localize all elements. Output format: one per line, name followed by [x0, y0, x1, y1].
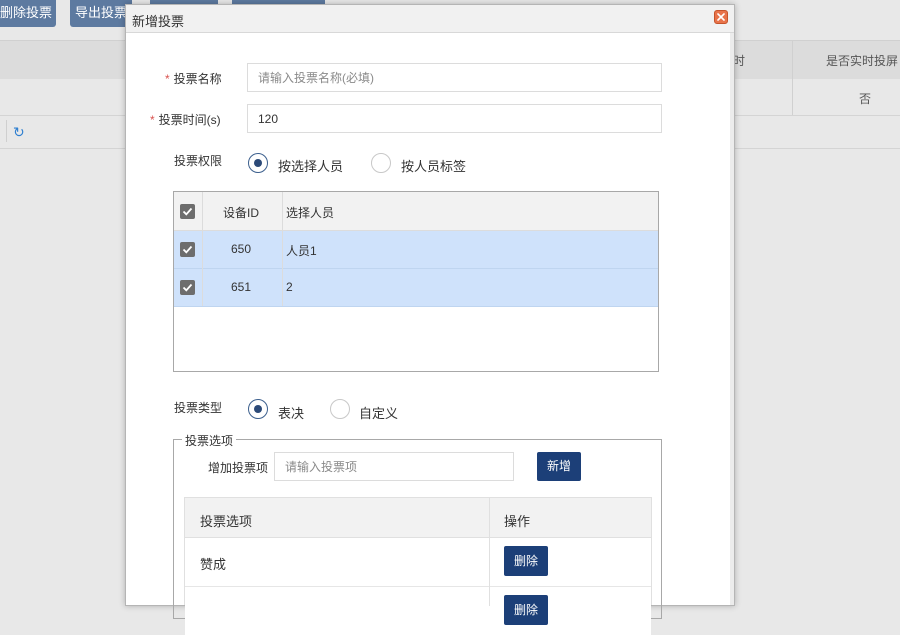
vote-name-label-text: 投票名称	[173, 72, 222, 86]
close-icon	[717, 13, 725, 21]
vote-name-input[interactable]	[247, 63, 662, 92]
permission-label: 投票权限	[174, 154, 223, 168]
add-vote-dialog: 新增投票 *投票名称 *投票时间(s) 投票权限 按选择人员 按人员标签 设备I…	[125, 4, 735, 635]
vote-time-label: * 投票时间(s)	[150, 111, 221, 128]
check-icon	[182, 283, 193, 292]
header-device-id: 设备ID	[223, 206, 260, 220]
radio-vote-type-custom-label: 自定义	[359, 406, 399, 421]
person-table-header: 设备ID 选择人员	[174, 192, 658, 231]
header-action: 操作	[504, 514, 531, 529]
required-mark: *	[150, 113, 155, 127]
vote-time-label-text: 投票时间(s)	[158, 113, 221, 127]
delete-vote-button[interactable]: 删除投票	[0, 0, 56, 27]
export-vote-button[interactable]: 导出投票	[70, 0, 132, 27]
column-separator	[282, 192, 283, 306]
check-icon	[182, 245, 193, 254]
cell-person: 人员1	[286, 244, 317, 258]
column-header-realtime: 是否实时投屏	[826, 54, 899, 68]
cell-device-id: 650	[231, 242, 252, 256]
vote-name-label: * 投票名称	[165, 70, 222, 87]
refresh-icon[interactable]: ↻	[13, 124, 25, 141]
add-option-button[interactable]: 新增	[537, 452, 581, 481]
vote-time-input[interactable]	[247, 104, 662, 133]
dialog-scrollbar[interactable]	[730, 33, 734, 605]
vote-options-table-header: 投票选项 操作	[185, 498, 651, 538]
required-mark: *	[165, 72, 170, 86]
radio-by-selected-person-label: 按选择人员	[278, 159, 344, 174]
radio-by-person-tag[interactable]	[371, 153, 391, 173]
column-separator	[202, 192, 203, 306]
cell-person: 2	[286, 280, 293, 294]
radio-vote-type-resolution[interactable]	[248, 399, 268, 419]
radio-by-selected-person[interactable]	[248, 153, 268, 173]
add-option-label: 增加投票项	[208, 461, 269, 475]
row-checkbox[interactable]	[180, 242, 195, 257]
select-all-checkbox[interactable]	[180, 204, 195, 219]
check-icon	[182, 207, 193, 216]
cell-device-id: 651	[231, 280, 252, 294]
dialog-title: 新增投票	[132, 14, 185, 29]
vote-options-legend: 投票选项	[182, 432, 237, 449]
delete-option-button[interactable]: 删除	[504, 546, 548, 576]
column-separator	[489, 498, 490, 606]
vote-type-label: 投票类型	[174, 401, 223, 415]
table-row: 删除	[185, 587, 651, 635]
radio-vote-type-custom[interactable]	[330, 399, 350, 419]
radio-by-person-tag-label: 按人员标签	[401, 159, 467, 174]
cell-realtime-value: 否	[859, 92, 872, 106]
table-row[interactable]: 650 人员1	[174, 231, 658, 269]
pager-separator	[6, 120, 7, 142]
header-option: 投票选项	[200, 514, 253, 529]
table-row[interactable]: 651 2	[174, 269, 658, 307]
column-separator	[792, 40, 793, 115]
add-option-input[interactable]	[274, 452, 514, 481]
header-person: 选择人员	[286, 206, 335, 220]
person-table: 设备ID 选择人员 650 人员1 651 2	[173, 191, 659, 372]
row-checkbox[interactable]	[180, 280, 195, 295]
table-row: 赞成 删除	[185, 538, 651, 587]
dialog-titlebar: 新增投票	[126, 5, 734, 33]
radio-vote-type-resolution-label: 表决	[278, 406, 305, 421]
cell-option: 赞成	[200, 557, 227, 572]
vote-options-table: 投票选项 操作 赞成 删除 删除	[184, 497, 652, 635]
close-button[interactable]	[714, 10, 728, 24]
